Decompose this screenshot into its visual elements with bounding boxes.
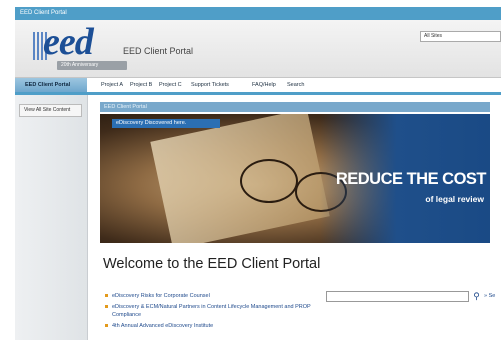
portal-title: EED Client Portal [123,46,194,56]
window-title-bar: EED Client Portal [15,7,501,20]
quick-launch-sidebar: View All Site Content [15,95,88,340]
tab-faq-help[interactable]: FAQ/Help [252,78,276,92]
list-item[interactable]: eDiscovery Risks for Corporate Counsel [104,292,324,300]
site-header: eed 20th Anniversary EED Client Portal A… [15,20,501,78]
banner-headline: REDUCE THE COST [335,170,487,188]
window-title: EED Client Portal [20,10,67,16]
banner-subline: of legal review [425,194,484,204]
search-scope-select[interactable]: All Sites [420,31,501,42]
link-text: eDiscovery Risks for Corporate Counsel [112,293,210,299]
tab-search[interactable]: Search [287,78,304,92]
link-text: eDiscovery & ECM/Natural Partners in Con… [112,304,311,318]
news-link-list: eDiscovery Risks for Corporate Counsel e… [104,292,324,333]
tab-project-a[interactable]: Project A [101,78,123,92]
tab-home[interactable]: EED Client Portal [15,78,87,92]
list-item[interactable]: 4th Annual Advanced eDiscovery Institute [104,322,324,330]
banner-tag: eDiscovery Discovered here. [112,119,220,128]
search-icon[interactable]: ⚲ [471,291,482,302]
logo-ribbon: 20th Anniversary [57,61,127,70]
logo-text: eed [43,21,94,63]
tab-project-c[interactable]: Project C [159,78,182,92]
bullet-icon [105,305,108,308]
link-text: 4th Annual Advanced eDiscovery Institute [112,323,214,329]
search-input[interactable] [326,291,469,302]
bullet-icon [105,294,108,297]
page-title: Welcome to the EED Client Portal [103,256,321,272]
bullet-icon [105,324,108,327]
top-nav: EED Client Portal Project A Project B Pr… [15,78,501,95]
view-all-site-content-link[interactable]: View All Site Content [19,104,82,117]
hero-banner[interactable]: eDiscovery Discovered here. REDUCE THE C… [100,114,490,243]
eed-logo[interactable]: eed 20th Anniversary [33,21,127,72]
tab-project-b[interactable]: Project B [130,78,152,92]
eyeglasses-icon [240,159,298,203]
tab-support-tickets[interactable]: Support Tickets [191,78,229,92]
list-item[interactable]: eDiscovery & ECM/Natural Partners in Con… [104,303,324,319]
breadcrumb[interactable]: EED Client Portal [100,102,490,112]
search-more-link[interactable]: » Se [484,293,495,299]
